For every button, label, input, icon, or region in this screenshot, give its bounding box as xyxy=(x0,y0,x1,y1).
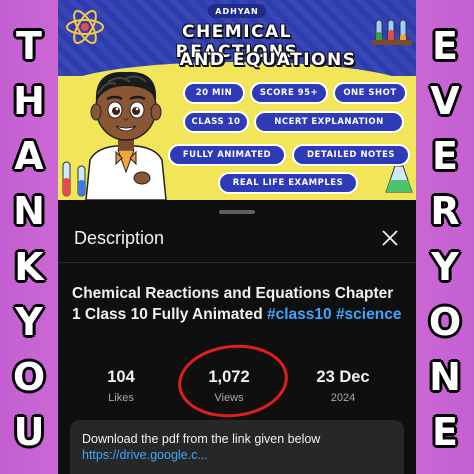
hashtag-link[interactable]: #science xyxy=(336,306,402,323)
tag-pill-score: SCORE 95+ xyxy=(250,82,328,104)
red-circle-highlight xyxy=(174,339,292,423)
description-text: Download the pdf from the link given bel… xyxy=(82,432,321,446)
description-box[interactable]: Download the pdf from the link given bel… xyxy=(70,420,404,474)
channel-brand: ADHYAN xyxy=(208,4,266,18)
side-letter: O xyxy=(12,355,46,400)
side-letter: E xyxy=(432,134,458,179)
side-letter: H xyxy=(13,78,45,123)
tag-pill-ncert: NCERT EXPLANATION xyxy=(254,111,404,133)
date-value: 23 Dec xyxy=(316,368,370,386)
thank-you-letters: T H A N K Y O U xyxy=(0,0,58,474)
side-letter: N xyxy=(429,355,461,400)
side-letter: O xyxy=(428,299,462,344)
video-thumbnail[interactable]: ADHYAN CHEMICAL REACTIONS AND EQUATIONS xyxy=(58,0,416,200)
drive-link[interactable]: https://drive.google.c... xyxy=(82,448,392,462)
thumbnail-title-line2: AND EQUATIONS xyxy=(179,50,357,70)
likes-count: 104 xyxy=(107,368,135,386)
side-letter: E xyxy=(432,23,458,68)
side-letter: K xyxy=(14,244,44,289)
tag-pill-class: CLASS 10 xyxy=(183,111,249,133)
side-letter: V xyxy=(430,78,460,123)
video-title: Chemical Reactions and Equations Chapter… xyxy=(72,283,406,325)
test-tube-rack-icon xyxy=(372,19,412,45)
side-letter: Y xyxy=(431,244,459,289)
tag-pill-one-shot: ONE SHOT xyxy=(333,82,407,104)
description-header: Description xyxy=(74,228,165,248)
side-letter: T xyxy=(16,23,42,68)
side-letter: U xyxy=(13,410,45,455)
likes-stat: 104 Likes xyxy=(76,368,166,404)
side-letter: N xyxy=(13,189,45,234)
everyone-letters: E V E R Y O N E xyxy=(416,0,474,474)
close-icon[interactable] xyxy=(380,228,400,248)
header-divider xyxy=(58,262,416,263)
tag-pill-animated: FULLY ANIMATED xyxy=(168,144,286,166)
tag-pill-duration: 20 MIN xyxy=(183,82,245,104)
side-letter: R xyxy=(430,189,460,234)
phone-screen: ADHYAN CHEMICAL REACTIONS AND EQUATIONS xyxy=(58,0,416,474)
avatar-character xyxy=(85,71,167,200)
side-letter: E xyxy=(432,410,458,455)
likes-label: Likes xyxy=(108,392,134,404)
side-letter: A xyxy=(14,134,44,179)
hashtag-link[interactable]: #class10 xyxy=(267,306,332,323)
side-letter: Y xyxy=(15,299,43,344)
tag-pill-notes: DETAILED NOTES xyxy=(292,144,410,166)
sheet-drag-handle[interactable] xyxy=(219,210,255,214)
tag-pill-examples: REAL LIFE EXAMPLES xyxy=(218,172,358,194)
date-stat: 23 Dec 2024 xyxy=(298,368,388,404)
atom-icon xyxy=(66,10,104,44)
year-label: 2024 xyxy=(330,392,356,404)
